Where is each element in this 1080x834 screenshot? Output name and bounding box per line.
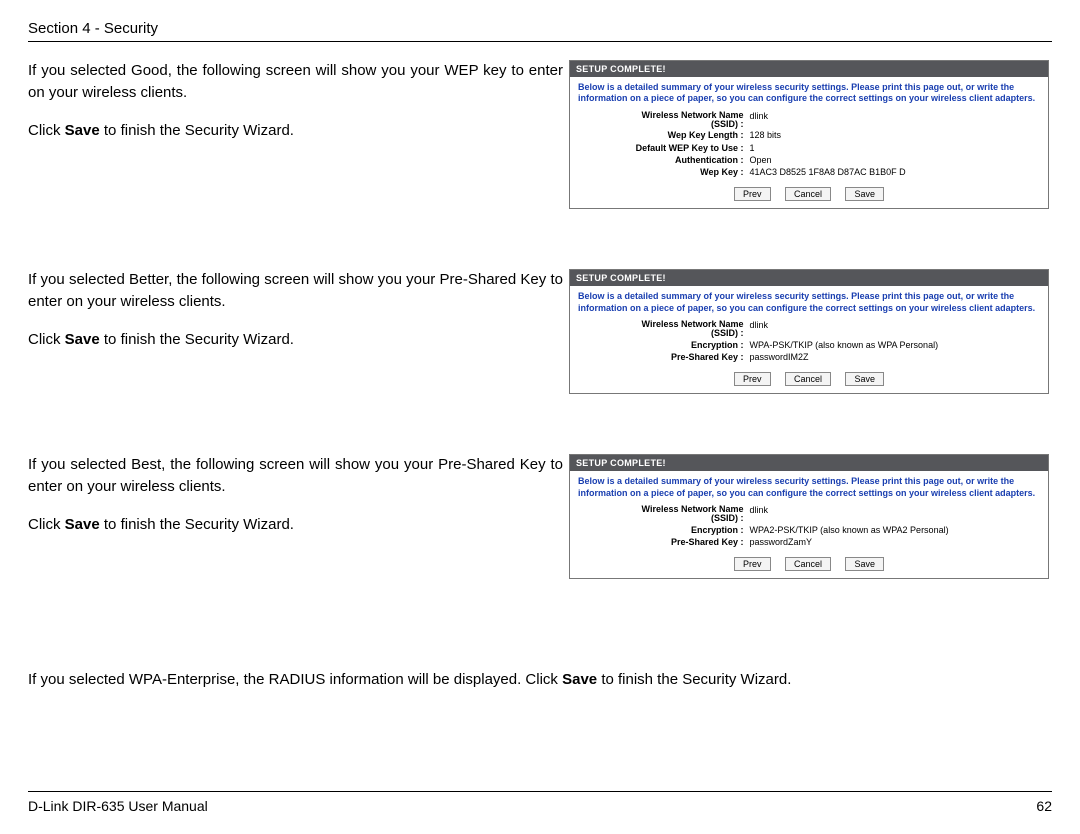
- cancel-button[interactable]: Cancel: [785, 557, 831, 571]
- prev-button[interactable]: Prev: [734, 557, 771, 571]
- field-row: Default WEP Key to Use :1: [616, 143, 1003, 155]
- field-row: Pre-Shared Key :passwordZamY: [616, 537, 1003, 549]
- field-label: Wireless Network Name(SSID) :: [616, 111, 747, 131]
- good-fields: Wireless Network Name(SSID) :dlinkWep Ke…: [616, 111, 1003, 180]
- block-better: If you selected Better, the following sc…: [28, 269, 1052, 394]
- prev-button[interactable]: Prev: [734, 187, 771, 201]
- panel-note: Below is a detailed summary of your wire…: [578, 81, 1040, 108]
- prev-button[interactable]: Prev: [734, 372, 771, 386]
- footer-right: 62: [1036, 798, 1052, 814]
- field-value: dlink: [747, 505, 1003, 525]
- panel-note: Below is a detailed summary of your wire…: [578, 475, 1040, 502]
- field-row: Encryption :WPA-PSK/TKIP (also known as …: [616, 340, 1003, 352]
- better-fields: Wireless Network Name(SSID) :dlinkEncryp…: [616, 320, 1003, 364]
- panel-title: SETUP COMPLETE!: [570, 455, 1048, 471]
- page-content: If you selected Good, the following scre…: [28, 60, 1052, 792]
- best-para2: Click Save to finish the Security Wizard…: [28, 514, 563, 536]
- field-value: 41AC3 D8525 1F8A8 D87AC B1B0F D: [747, 167, 1003, 179]
- field-value: passwordIM2Z: [747, 352, 1003, 364]
- field-label: Authentication :: [616, 155, 747, 167]
- panel-buttons: Prev Cancel Save: [578, 184, 1040, 202]
- field-label: Wep Key :: [616, 167, 747, 179]
- field-row: Encryption :WPA2-PSK/TKIP (also known as…: [616, 525, 1003, 537]
- field-label: Pre-Shared Key :: [616, 537, 747, 549]
- block-better-text: If you selected Better, the following sc…: [28, 269, 563, 366]
- field-row: Wep Key Length :128 bits: [616, 130, 1003, 142]
- panel-title: SETUP COMPLETE!: [570, 270, 1048, 286]
- cancel-button[interactable]: Cancel: [785, 187, 831, 201]
- panel-title: SETUP COMPLETE!: [570, 61, 1048, 77]
- block-good-text: If you selected Good, the following scre…: [28, 60, 563, 157]
- field-row: Pre-Shared Key :passwordIM2Z: [616, 352, 1003, 364]
- best-panel: SETUP COMPLETE! Below is a detailed summ…: [569, 454, 1049, 579]
- page-footer: D-Link DIR-635 User Manual 62: [28, 791, 1052, 814]
- best-para1: If you selected Best, the following scre…: [28, 454, 563, 498]
- block-good: If you selected Good, the following scre…: [28, 60, 1052, 209]
- good-panel: SETUP COMPLETE! Below is a detailed summ…: [569, 60, 1049, 209]
- section-title: Section 4 - Security: [28, 20, 158, 37]
- good-panel-wrap: SETUP COMPLETE! Below is a detailed summ…: [569, 60, 1052, 209]
- field-label: Pre-Shared Key :: [616, 352, 747, 364]
- block-best-text: If you selected Best, the following scre…: [28, 454, 563, 551]
- panel-note: Below is a detailed summary of your wire…: [578, 290, 1040, 317]
- page-header: Section 4 - Security: [28, 20, 1052, 42]
- field-value: WPA2-PSK/TKIP (also known as WPA2 Person…: [747, 525, 1003, 537]
- field-label: Wireless Network Name(SSID) :: [616, 505, 747, 525]
- field-label: Wep Key Length :: [616, 130, 747, 142]
- block-best: If you selected Best, the following scre…: [28, 454, 1052, 579]
- good-para1: If you selected Good, the following scre…: [28, 60, 563, 104]
- save-button[interactable]: Save: [845, 372, 884, 386]
- save-button[interactable]: Save: [845, 187, 884, 201]
- field-row: Wep Key :41AC3 D8525 1F8A8 D87AC B1B0F D: [616, 167, 1003, 179]
- better-panel-wrap: SETUP COMPLETE! Below is a detailed summ…: [569, 269, 1052, 394]
- field-label: Encryption :: [616, 340, 747, 352]
- field-row: Authentication :Open: [616, 155, 1003, 167]
- footer-left: D-Link DIR-635 User Manual: [28, 798, 208, 814]
- field-value: WPA-PSK/TKIP (also known as WPA Personal…: [747, 340, 1003, 352]
- field-row: Wireless Network Name(SSID) :dlink: [616, 505, 1003, 525]
- save-button[interactable]: Save: [845, 557, 884, 571]
- good-para2: Click Save to finish the Security Wizard…: [28, 120, 563, 142]
- better-para1: If you selected Better, the following sc…: [28, 269, 563, 313]
- field-value: Open: [747, 155, 1003, 167]
- field-value: dlink: [747, 320, 1003, 340]
- field-label: Encryption :: [616, 525, 747, 537]
- panel-buttons: Prev Cancel Save: [578, 554, 1040, 572]
- best-fields: Wireless Network Name(SSID) :dlinkEncryp…: [616, 505, 1003, 549]
- better-panel: SETUP COMPLETE! Below is a detailed summ…: [569, 269, 1049, 394]
- cancel-button[interactable]: Cancel: [785, 372, 831, 386]
- wpa-enterprise-line: If you selected WPA-Enterprise, the RADI…: [28, 669, 1052, 691]
- field-label: Default WEP Key to Use :: [616, 143, 747, 155]
- field-label: Wireless Network Name(SSID) :: [616, 320, 747, 340]
- field-value: passwordZamY: [747, 537, 1003, 549]
- panel-buttons: Prev Cancel Save: [578, 369, 1040, 387]
- field-row: Wireless Network Name(SSID) :dlink: [616, 320, 1003, 340]
- field-row: Wireless Network Name(SSID) :dlink: [616, 111, 1003, 131]
- field-value: dlink: [747, 111, 1003, 131]
- best-panel-wrap: SETUP COMPLETE! Below is a detailed summ…: [569, 454, 1052, 579]
- field-value: 128 bits: [747, 130, 1003, 142]
- better-para2: Click Save to finish the Security Wizard…: [28, 329, 563, 351]
- field-value: 1: [747, 143, 1003, 155]
